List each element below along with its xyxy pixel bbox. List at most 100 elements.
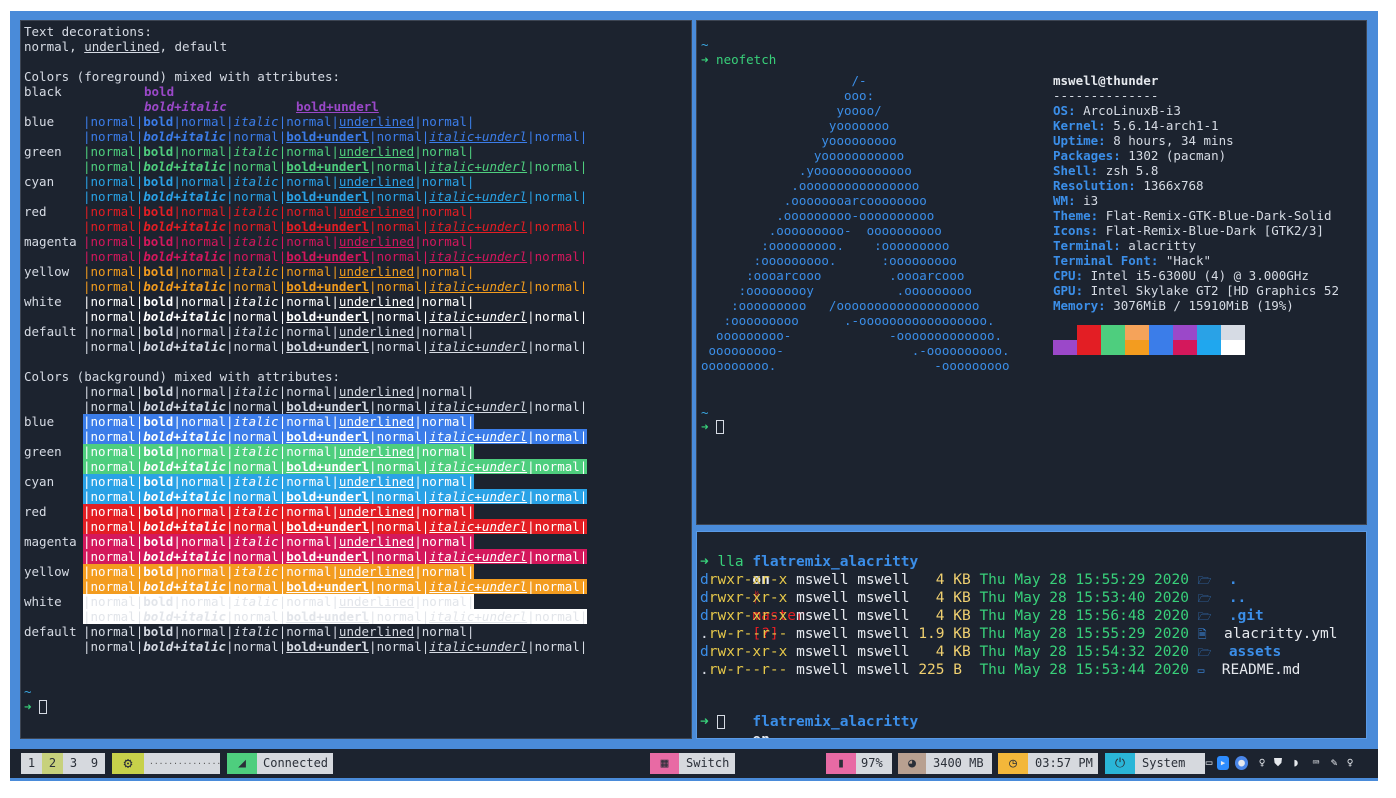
wifi-icon[interactable]: ◗ — [1290, 756, 1302, 770]
file-name: .. — [1228, 590, 1247, 606]
sample-text: normal — [90, 564, 136, 579]
bulb2-icon[interactable]: ♀ — [1344, 756, 1356, 770]
owner: mswell — [796, 608, 849, 624]
sample-text: bold+italic — [143, 129, 227, 144]
sample-text: normal — [376, 429, 422, 444]
sample-text: bold — [143, 144, 174, 159]
pen-icon[interactable]: ✎ — [1328, 756, 1340, 770]
color-swatch — [1149, 325, 1173, 340]
info-key: OS — [1053, 103, 1069, 118]
sample-text: normal — [421, 144, 467, 159]
info-value: Flat-Remix-Blue-Dark [GTK2/3] — [1105, 223, 1324, 238]
perm-group: r-- — [734, 626, 762, 642]
clock[interactable]: 03:57 PM — [1028, 753, 1098, 774]
info-colon: : — [1113, 148, 1129, 163]
file-row[interactable]: drwxr-xr-x mswell mswell 4 KB Thu May 28… — [700, 571, 1238, 589]
info-row: Terminal Font: "Hack" — [1053, 253, 1339, 268]
file-row[interactable]: .rw-r--r-- mswell mswell 1.9 KB Thu May … — [700, 625, 1338, 643]
shield-icon[interactable]: ⛊ — [1272, 756, 1284, 770]
battery-level: 97% — [856, 753, 892, 774]
workspace-9[interactable]: 9 — [84, 753, 105, 774]
color-label: green — [24, 444, 62, 459]
size: 4 KB — [918, 644, 971, 660]
network-status[interactable]: Connected — [257, 753, 333, 774]
logo-line: yoooo/ — [701, 103, 882, 118]
memory-pie-icon: ◕ — [898, 753, 926, 774]
sample-text: normal — [534, 339, 580, 354]
sample-text: italic — [233, 294, 279, 309]
bulb-icon[interactable]: ♀ — [1256, 756, 1268, 770]
sample-text: normal — [180, 294, 227, 309]
sample-text: normal — [90, 624, 136, 639]
sample-text: normal — [90, 429, 136, 444]
sample-text: bold — [144, 84, 175, 99]
file-row[interactable]: drwxr-xr-x mswell mswell 4 KB Thu May 28… — [700, 643, 1281, 661]
color-label: default — [24, 324, 77, 339]
chat-icon[interactable]: ▭ — [1203, 756, 1215, 770]
prompt-line[interactable]: ➜ — [701, 419, 725, 434]
keyboard-icon[interactable]: ⌨ — [1308, 756, 1324, 770]
memory-usage: 3400 MB — [926, 753, 992, 774]
switch-button[interactable]: Switch — [679, 753, 735, 774]
terminal-lla[interactable]: flatremix_alacritty on ᚠ master [?] ➜ ll… — [696, 531, 1367, 739]
sample-text: bold+italic — [143, 609, 227, 624]
color-test-row: |normal|bold|normal|italic|normal|underl… — [83, 504, 475, 519]
chrome-icon[interactable]: ● — [1235, 756, 1248, 770]
sample-text: normal — [376, 249, 422, 264]
terminal-color-test[interactable]: Text decorations: normal, underlined, def… — [20, 20, 692, 739]
info-colon: : — [1075, 283, 1091, 298]
zoom-icon[interactable]: ▸ — [1217, 756, 1229, 770]
owner: mswell — [796, 626, 849, 642]
prompt-dir: flatremix_alacritty — [752, 554, 919, 570]
sample-text: italic — [233, 264, 279, 279]
group: mswell — [857, 590, 910, 606]
sample-text: normal — [376, 609, 422, 624]
workspace-2[interactable]: 2 — [42, 753, 63, 774]
workspace-3[interactable]: 3 — [63, 753, 84, 774]
settings-gear-icon[interactable]: ⚙ — [112, 753, 144, 774]
sample-text: normal — [90, 189, 136, 204]
sample-text: normal — [233, 249, 279, 264]
prompt-line[interactable]: ➜ — [24, 699, 48, 714]
sample-text: normal — [180, 624, 227, 639]
sample-text: normal — [376, 549, 422, 564]
sample-text: underlined — [338, 264, 415, 279]
sample-text: bold — [143, 384, 174, 399]
info-row: OS: ArcoLinuxB-i3 — [1053, 103, 1339, 118]
sample-text: normal — [180, 444, 227, 459]
file-row[interactable]: drwxr-xr-x mswell mswell 4 KB Thu May 28… — [700, 589, 1246, 607]
sample-text: normal — [180, 414, 227, 429]
sample-text: bold+italic — [144, 99, 227, 114]
color-test-row: |normal|bold+italic|normal|bold+underl|n… — [83, 279, 588, 294]
owner: mswell — [796, 590, 849, 606]
sample-text: normal — [180, 234, 227, 249]
color-test-row: |normal|bold+italic|normal|bold+underl|n… — [83, 129, 588, 144]
file-row[interactable]: .rw-r--r-- mswell mswell 225 B Thu May 2… — [700, 661, 1300, 679]
sample-text: bold — [143, 234, 174, 249]
sample-text: bold+underl — [286, 609, 370, 624]
logo-line: ooooooooo- -ooooooooooooo. — [701, 328, 1003, 343]
group: mswell — [857, 662, 910, 678]
file-row[interactable]: drwxr-xr-x mswell mswell 4 KB Thu May 28… — [700, 607, 1264, 625]
color-label: red — [24, 204, 47, 219]
folder-icon: 🗁 — [1197, 610, 1212, 623]
sample-text: underlined — [338, 594, 415, 609]
perm-user: rwx — [708, 572, 735, 588]
sample-text: normal — [286, 114, 332, 129]
info-value: "Hack" — [1165, 253, 1212, 268]
prompt-line[interactable]: ➜ — [700, 713, 726, 731]
sample-text: normal — [90, 324, 136, 339]
system-menu-button[interactable]: System — [1135, 753, 1205, 774]
sample-text: normal — [534, 609, 580, 624]
color-swatch — [1101, 340, 1125, 355]
color-test-row: |normal|bold+italic|normal|bold+underl|n… — [83, 189, 588, 204]
workspace-1[interactable]: 1 — [21, 753, 42, 774]
perm-other: r-x — [761, 590, 788, 606]
logo-line: ooo: — [701, 88, 875, 103]
terminal-neofetch[interactable]: ~ ➜ neofetch /- ooo: yoooo/ yooooooo yoo… — [696, 20, 1367, 525]
volume-slider[interactable]: ························· — [144, 753, 220, 774]
sample-text: bold+underl — [286, 459, 370, 474]
prompt-arrow: ➜ — [700, 714, 709, 730]
sample-text: italic — [233, 384, 279, 399]
sample-text: underlined — [338, 294, 415, 309]
